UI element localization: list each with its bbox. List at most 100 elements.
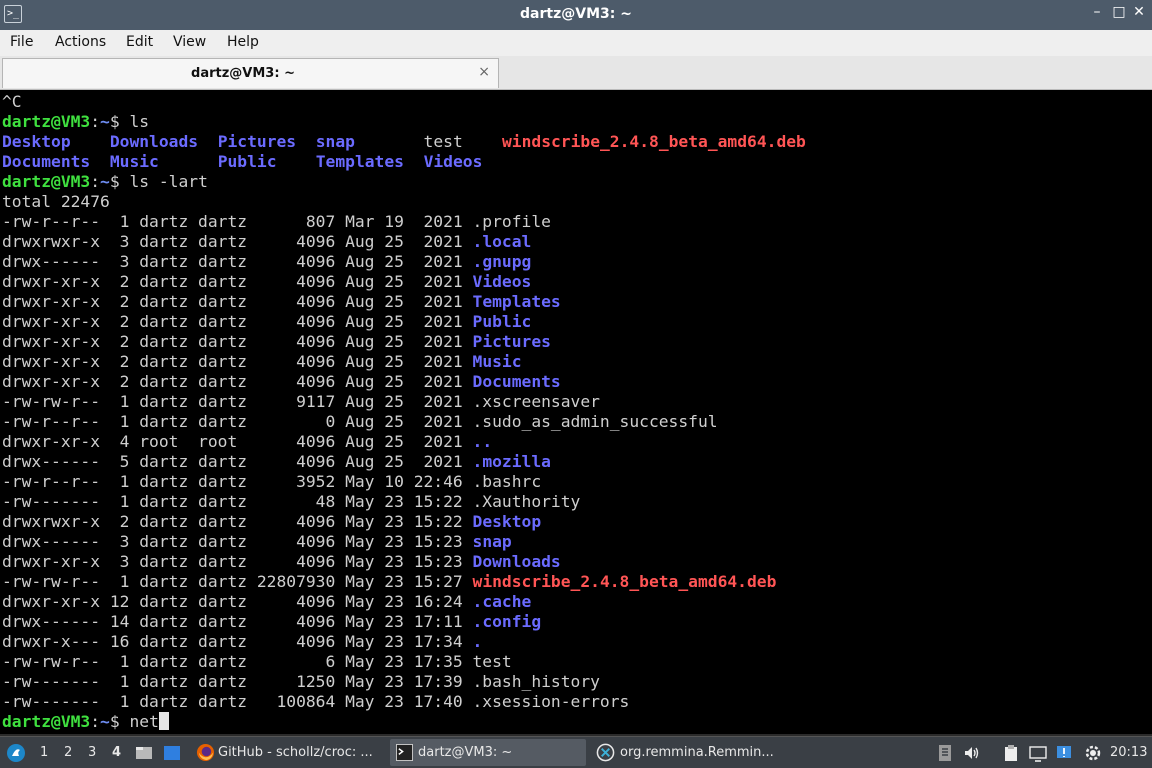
terminal-line: -rw-rw-r-- 1 dartz dartz 9117 Aug 25 202… bbox=[2, 392, 600, 412]
terminal-text: drwxr-xr-x 2 dartz dartz 4096 Aug 25 202… bbox=[2, 312, 473, 331]
terminal-text: Music bbox=[472, 352, 522, 371]
workspace-4[interactable]: 4 bbox=[112, 737, 121, 768]
terminal-text: .local bbox=[472, 232, 532, 251]
terminal-text: dartz@VM3 bbox=[2, 112, 91, 131]
tab-bar: dartz@VM3: ~ × bbox=[0, 56, 1152, 90]
tab-close-icon[interactable]: × bbox=[478, 64, 490, 80]
terminal-text: .gnupg bbox=[472, 252, 532, 271]
terminal-line: -rw------- 1 dartz dartz 48 May 23 15:22… bbox=[2, 492, 580, 512]
terminal-text: -rw-rw-r-- 1 dartz dartz 9117 Aug 25 202… bbox=[2, 392, 600, 411]
terminal-line: drwx------ 3 dartz dartz 4096 Aug 25 202… bbox=[2, 252, 531, 272]
terminal-text: ~ bbox=[100, 172, 110, 191]
network-icon[interactable] bbox=[1029, 744, 1047, 762]
terminal-text: drwxrwxr-x 2 dartz dartz 4096 May 23 15:… bbox=[2, 512, 473, 531]
terminal-line: drwxr-xr-x 2 dartz dartz 4096 Aug 25 202… bbox=[2, 332, 551, 352]
terminal-text: drwxr-xr-x 2 dartz dartz 4096 Aug 25 202… bbox=[2, 372, 473, 391]
task-firefox[interactable]: GitHub - schollz/croc: ... bbox=[192, 739, 384, 766]
menu-help[interactable]: Help bbox=[227, 34, 259, 50]
notification-icon[interactable] bbox=[1055, 744, 1073, 762]
menu-edit[interactable]: Edit bbox=[126, 34, 153, 50]
terminal-text: drwxrwxr-x 3 dartz dartz 4096 Aug 25 202… bbox=[2, 232, 473, 251]
terminal-output[interactable]: ^C dartz@VM3:~$ ls Desktop Downloads Pictu… bbox=[0, 90, 1152, 734]
terminal-line: total 22476 bbox=[2, 192, 110, 212]
settings-gear-icon[interactable] bbox=[1084, 744, 1102, 762]
terminal-text: drwx------ 3 dartz dartz 4096 May 23 15:… bbox=[2, 532, 473, 551]
workspace-2[interactable]: 2 bbox=[64, 737, 72, 768]
window-titlebar[interactable]: >_ dartz@VM3: ~ – □ ✕ bbox=[0, 0, 1152, 30]
remmina-icon bbox=[596, 743, 615, 762]
terminal-line: dartz@VM3:~$ ls -lart bbox=[2, 172, 208, 192]
updates-icon[interactable] bbox=[936, 744, 954, 762]
task-label: org.remmina.Remmin... bbox=[620, 745, 774, 760]
terminal-text: drwxr-x--- 16 dartz dartz 4096 May 23 17… bbox=[2, 632, 473, 651]
close-button[interactable]: ✕ bbox=[1128, 4, 1150, 20]
show-desktop-icon[interactable] bbox=[163, 744, 181, 762]
terminal-line: drwxr-x--- 16 dartz dartz 4096 May 23 17… bbox=[2, 632, 482, 652]
terminal-line: drwxr-xr-x 2 dartz dartz 4096 Aug 25 202… bbox=[2, 272, 531, 292]
terminal-text: drwxr-xr-x 2 dartz dartz 4096 Aug 25 202… bbox=[2, 332, 473, 351]
terminal-text: windscribe_2.4.8_beta_amd64.deb bbox=[472, 572, 777, 591]
terminal-text: : bbox=[90, 172, 101, 191]
terminal-text: Downloads bbox=[109, 132, 199, 151]
task-terminal[interactable]: dartz@VM3: ~ bbox=[390, 739, 586, 766]
terminal-text: drwx------ 3 dartz dartz 4096 Aug 25 202… bbox=[2, 252, 473, 271]
tab-terminal[interactable]: dartz@VM3: ~ × bbox=[2, 58, 499, 88]
terminal-text: total 22476 bbox=[2, 192, 110, 211]
terminal-line: -rw-r--r-- 1 dartz dartz 3952 May 10 22:… bbox=[2, 472, 541, 492]
terminal-text: .mozilla bbox=[472, 452, 551, 471]
menu-view[interactable]: View bbox=[173, 34, 206, 50]
terminal-text: -rw------- 1 dartz dartz 100864 May 23 1… bbox=[2, 692, 630, 711]
terminal-text: $ ls bbox=[109, 112, 150, 131]
volume-icon[interactable] bbox=[963, 744, 981, 762]
clock: 20:13 bbox=[1110, 745, 1148, 760]
window-title: dartz@VM3: ~ bbox=[520, 6, 632, 22]
terminal-text: Documents bbox=[2, 152, 91, 171]
terminal-icon bbox=[396, 744, 413, 761]
task-label: dartz@VM3: ~ bbox=[418, 745, 513, 760]
terminal-line: dartz@VM3:~$ net bbox=[2, 712, 169, 732]
terminal-line: drwxrwxr-x 2 dartz dartz 4096 May 23 15:… bbox=[2, 512, 541, 532]
terminal-line: -rw-r--r-- 1 dartz dartz 807 Mar 19 2021… bbox=[2, 212, 551, 232]
terminal-text: drwxr-xr-x 2 dartz dartz 4096 Aug 25 202… bbox=[2, 352, 473, 371]
terminal-text: : bbox=[90, 712, 101, 731]
terminal-text: $ net bbox=[109, 712, 159, 731]
terminal-text: Public bbox=[472, 312, 532, 331]
workspace-3[interactable]: 3 bbox=[88, 737, 96, 768]
terminal-text: dartz@VM3 bbox=[2, 172, 91, 191]
terminal-text: -rw-r--r-- 1 dartz dartz 0 Aug 25 2021 .… bbox=[2, 412, 718, 431]
terminal-text: .. bbox=[472, 432, 493, 451]
terminal-text: drwxr-xr-x 12 dartz dartz 4096 May 23 16… bbox=[2, 592, 473, 611]
workspace-1[interactable]: 1 bbox=[40, 737, 48, 768]
terminal-text: ~ bbox=[100, 712, 110, 731]
terminal-line: drwxr-xr-x 2 dartz dartz 4096 Aug 25 202… bbox=[2, 352, 522, 372]
terminal-line: drwxrwxr-x 3 dartz dartz 4096 Aug 25 202… bbox=[2, 232, 531, 252]
task-remmina[interactable]: org.remmina.Remmin... bbox=[592, 739, 788, 766]
clipboard-icon[interactable] bbox=[1002, 744, 1020, 762]
terminal-line: drwxr-xr-x 2 dartz dartz 4096 Aug 25 202… bbox=[2, 292, 561, 312]
maximize-button[interactable]: □ bbox=[1108, 4, 1130, 20]
terminal-line: ^C bbox=[2, 92, 22, 112]
terminal-text: Public bbox=[217, 152, 277, 171]
terminal-line: Documents Music Public Templates Videos bbox=[2, 152, 482, 172]
file-manager-icon[interactable] bbox=[135, 744, 153, 762]
menu-actions[interactable]: Actions bbox=[55, 34, 106, 50]
terminal-text: Videos bbox=[423, 152, 483, 171]
terminal-text: Downloads bbox=[472, 552, 561, 571]
terminal-text: ~ bbox=[100, 112, 110, 131]
terminal-line: -rw------- 1 dartz dartz 1250 May 23 17:… bbox=[2, 672, 600, 692]
terminal-text: -rw-rw-r-- 1 dartz dartz 22807930 May 23… bbox=[2, 572, 473, 591]
terminal-line: -rw-r--r-- 1 dartz dartz 0 Aug 25 2021 .… bbox=[2, 412, 718, 432]
terminal-text: Music bbox=[109, 152, 159, 171]
taskbar: 1 2 3 4 GitHub - schollz/croc: ... dartz… bbox=[0, 736, 1152, 768]
menu-file[interactable]: File bbox=[10, 34, 33, 50]
terminal-line: drwx------ 14 dartz dartz 4096 May 23 17… bbox=[2, 612, 541, 632]
terminal-text: Templates bbox=[315, 152, 404, 171]
terminal-text: Templates bbox=[472, 292, 561, 311]
terminal-text: drwx------ 14 dartz dartz 4096 May 23 17… bbox=[2, 612, 473, 631]
start-menu-icon[interactable] bbox=[6, 743, 26, 763]
minimize-button[interactable]: – bbox=[1086, 4, 1108, 20]
